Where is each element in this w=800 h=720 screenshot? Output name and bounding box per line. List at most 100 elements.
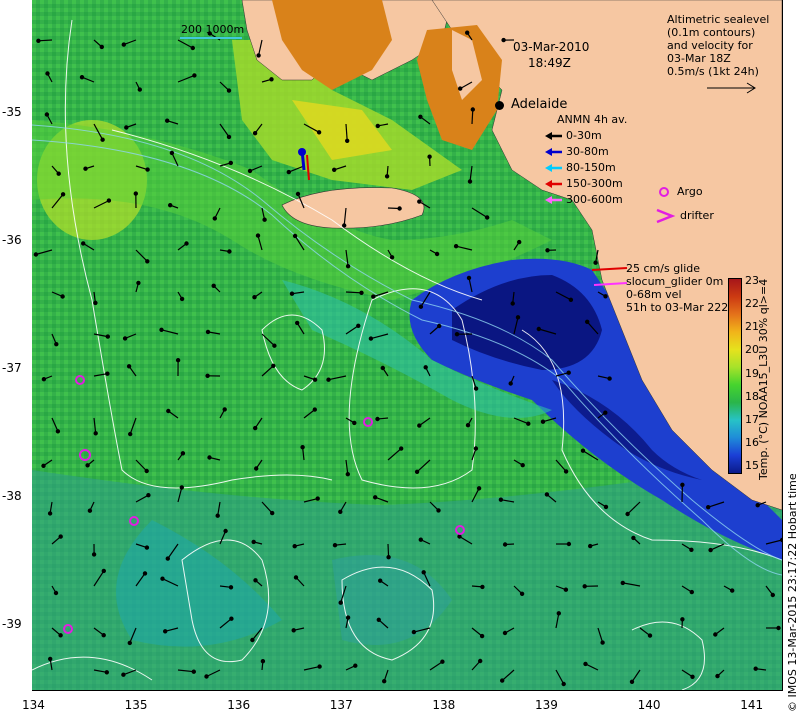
vector-head: [568, 297, 574, 302]
vector-head: [680, 617, 685, 622]
vector-head: [79, 74, 85, 80]
vector-head: [345, 138, 350, 143]
x-tick-label: 136: [227, 698, 251, 712]
vector-head: [389, 255, 395, 260]
vector-head: [262, 217, 267, 222]
anmn-arrow-icon: [545, 132, 562, 140]
vector-head: [44, 112, 50, 117]
vector-head: [544, 492, 550, 497]
vector-head: [83, 166, 88, 171]
vector-head: [561, 681, 566, 687]
vector-head: [715, 673, 720, 679]
vector-head: [706, 505, 711, 510]
vector-head: [36, 38, 41, 44]
vector-head: [54, 342, 59, 347]
vector-head: [384, 174, 390, 179]
vector-head: [375, 123, 380, 129]
vector-head: [317, 664, 322, 669]
vector-head: [291, 628, 296, 633]
vector-head: [566, 370, 571, 375]
vector-head: [427, 154, 432, 159]
vector-head: [434, 251, 440, 257]
vector-head: [563, 587, 569, 592]
vector-head: [145, 167, 150, 172]
vector-head: [226, 134, 232, 140]
vector-head: [476, 486, 482, 491]
vector-head: [56, 171, 61, 176]
vector-head: [352, 420, 357, 426]
vector-head: [730, 588, 735, 593]
vector-head: [588, 543, 593, 549]
vector-head: [593, 260, 598, 265]
vector-head: [85, 463, 90, 468]
vector-head: [519, 591, 525, 597]
vector-head: [312, 377, 318, 382]
vector-head: [93, 431, 98, 436]
vector-head: [58, 534, 63, 539]
vector-head: [376, 617, 381, 623]
vector-head: [48, 656, 53, 662]
glider-line-3: 0-68m vel: [626, 288, 682, 301]
vector-head: [229, 616, 234, 621]
vector-head: [467, 179, 473, 184]
vector-head: [380, 365, 385, 371]
anmn-item-label: 30-80m: [566, 145, 609, 158]
x-tick-label: 141: [740, 698, 764, 712]
vector-head: [227, 249, 232, 254]
vector-head: [81, 241, 86, 246]
vector-head: [580, 448, 586, 453]
vector-head: [625, 511, 630, 517]
vector-head: [566, 541, 572, 547]
vector-head: [689, 589, 695, 595]
vector-head: [179, 296, 185, 302]
vector-head: [770, 592, 776, 598]
vector-head: [417, 199, 422, 204]
vector-head: [417, 423, 422, 428]
sealevel-line-1: Altimetric sealevel: [667, 13, 770, 26]
vector-head: [121, 42, 127, 47]
vector-head: [629, 679, 635, 685]
vector-head: [368, 336, 374, 341]
vector-head: [473, 386, 479, 391]
vector-head: [502, 542, 508, 547]
vector-head: [184, 241, 189, 246]
argo-label: Argo: [677, 185, 703, 198]
vector-head: [126, 364, 132, 369]
vector-head: [192, 73, 197, 78]
vector-head: [252, 295, 257, 300]
scale-label: 200 1000m: [181, 23, 245, 36]
vector-head: [292, 233, 298, 239]
vector-head: [91, 552, 97, 557]
argo-legend-icon: [659, 187, 669, 197]
vector-head: [399, 446, 404, 451]
anmn-arrow-icon: [545, 148, 562, 156]
vector-head: [418, 304, 424, 309]
vector-head: [55, 429, 61, 434]
vector-head: [100, 137, 105, 142]
anmn-item-label: 150-300m: [566, 177, 623, 190]
credit-text: © IMOS 13-Mar-2015 23:17:22 Hobart time: [786, 473, 799, 712]
vector-head: [45, 71, 50, 76]
anmn-arrow-icon: [545, 164, 562, 172]
vector-head: [159, 327, 164, 332]
vector-head: [205, 329, 211, 335]
vector-head: [755, 503, 760, 508]
glider-line-2: slocum_glider 0m: [626, 275, 724, 288]
vector-head: [142, 571, 148, 576]
vector-head: [289, 291, 295, 296]
time-label: 18:49Z: [528, 56, 571, 70]
vector-head: [713, 632, 718, 637]
vector-head: [480, 584, 485, 590]
vector-head: [295, 191, 301, 197]
city-label: Adelaide: [511, 97, 568, 112]
anmn-item-label: 80-150m: [566, 161, 616, 174]
vector-head: [104, 670, 110, 675]
anmn-item-label: 300-600m: [566, 193, 623, 206]
vector-head: [517, 239, 522, 245]
vector-head: [479, 633, 485, 639]
vector-head: [332, 167, 337, 172]
vector-head: [603, 504, 609, 510]
vector-head: [271, 363, 276, 368]
vector-head: [631, 535, 636, 541]
vector-head: [375, 416, 380, 422]
